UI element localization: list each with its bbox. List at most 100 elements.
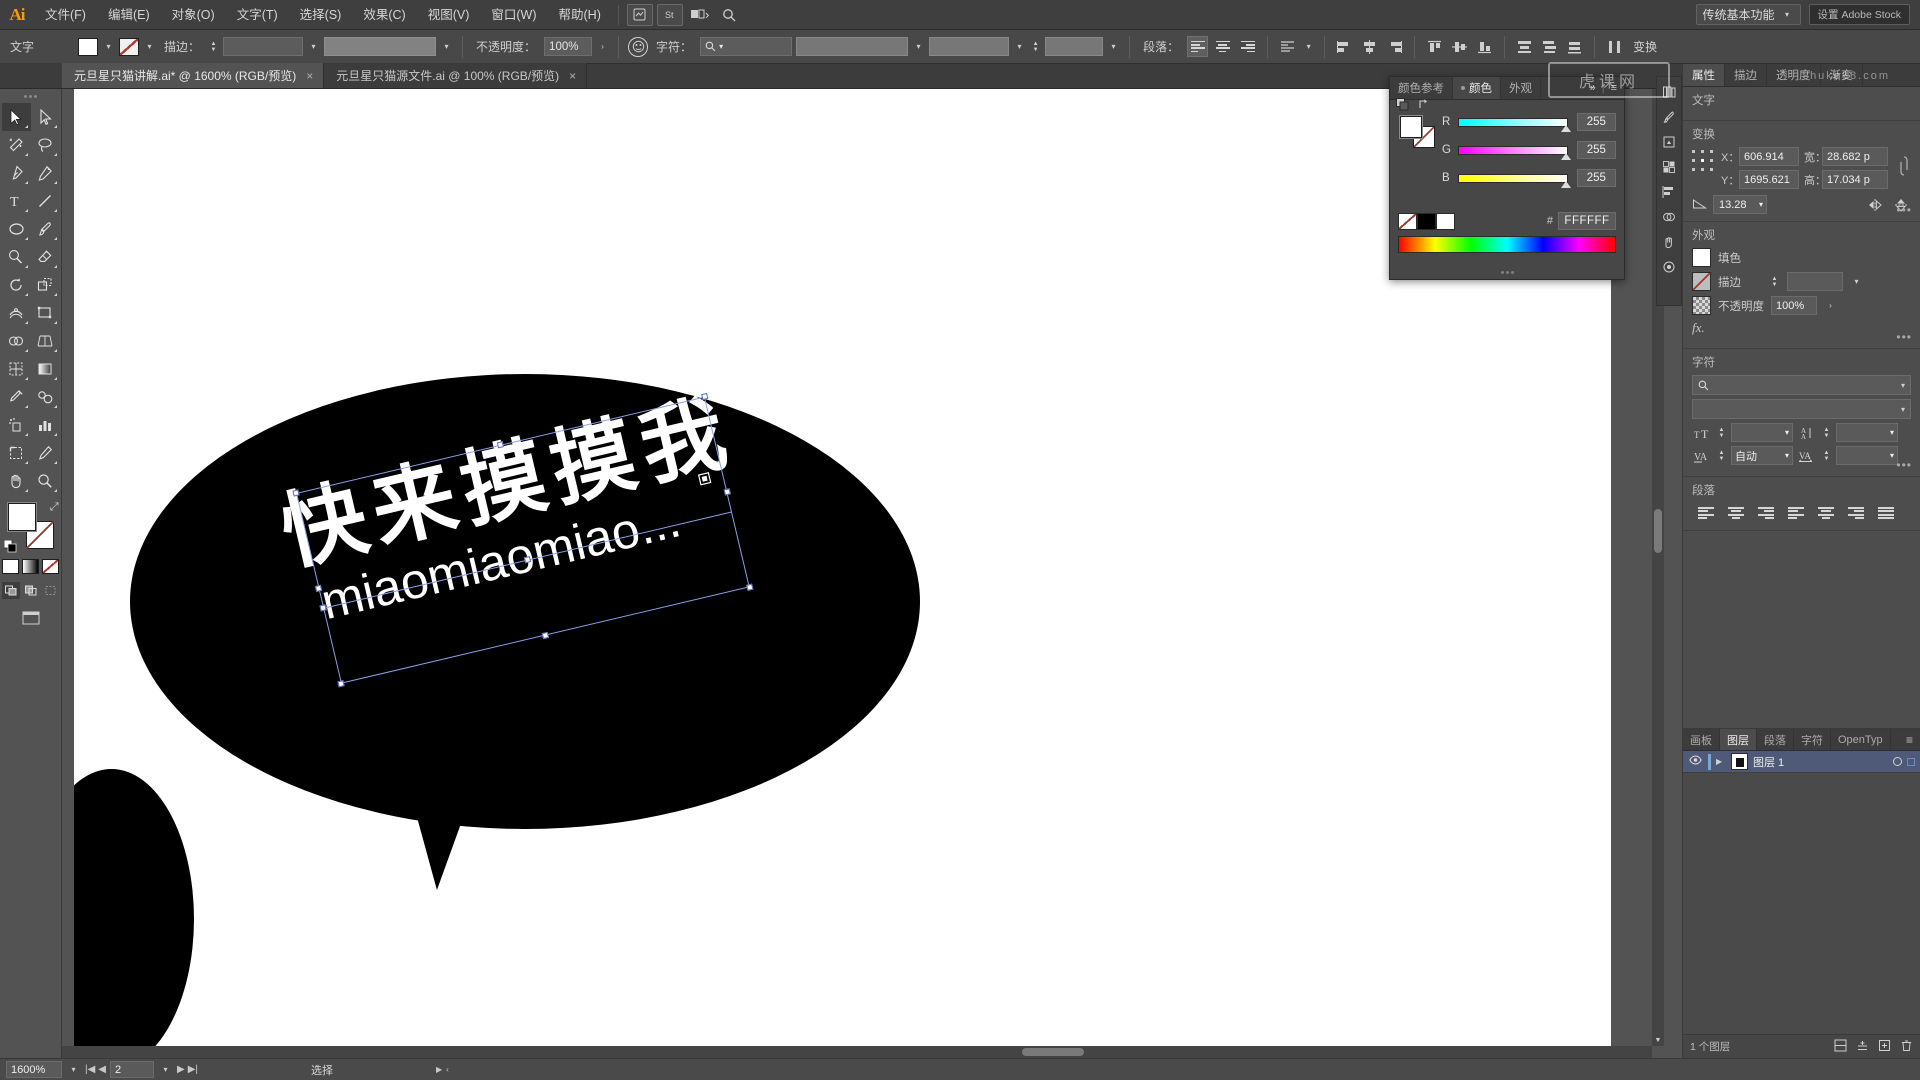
align-objects-left-icon[interactable] [1334,36,1355,57]
create-new-sublayer-icon[interactable] [1856,1039,1869,1055]
opacity-flyout-icon[interactable]: › [596,38,609,56]
angle-input[interactable]: 13.28 ▾ [1713,195,1767,214]
eraser-tool[interactable] [31,243,60,271]
font-size-input[interactable]: ▾ [1731,423,1793,442]
document-tab-second[interactable]: 元旦星只猫源文件.ai @ 100% (RGB/预览) × [324,63,588,88]
recolor-artwork-icon[interactable] [628,36,649,57]
paragraph-align-right-button[interactable] [1752,503,1780,523]
font-size-field[interactable] [1045,37,1104,56]
scroll-down-icon[interactable]: ▼ [1652,1034,1664,1046]
tab-opentype[interactable]: OpenTyp [1831,729,1891,750]
color-button[interactable] [2,559,19,574]
tab-properties[interactable]: 属性 [1683,64,1725,86]
distribute-spacing-icon[interactable] [1604,36,1625,57]
chevron-down-icon[interactable]: ▾ [912,38,925,56]
drawing-mode-normal-icon[interactable] [1,582,20,599]
chevron-down-icon[interactable]: ▾ [1785,428,1789,437]
hex-input[interactable]: FFFFFF [1558,212,1616,230]
panel-menu-icon[interactable]: ≡ [1611,82,1617,94]
align-left-button[interactable] [1187,36,1209,57]
document-tab-active[interactable]: 元旦星只猫讲解.ai* @ 1600% (RGB/预览) × [62,63,325,88]
chevron-down-icon[interactable]: ▾ [307,38,320,56]
distribute-bottom-icon[interactable] [1564,36,1585,57]
shape-builder-tool[interactable] [2,327,31,355]
search-adobe-stock-icon[interactable] [717,4,743,26]
menu-effect[interactable]: 效果(C) [352,0,416,30]
font-search-field[interactable]: ▾ [700,37,793,56]
close-icon[interactable]: × [569,69,576,83]
h-input[interactable]: 17.034 p [1822,170,1888,189]
kerning-stepper[interactable]: ▲ ▼ [1716,447,1727,465]
value-b[interactable]: 255 [1576,169,1616,187]
swatch-white[interactable] [1436,212,1455,230]
ellipse-tool[interactable] [2,215,31,243]
status-text[interactable]: 选择 [212,1061,432,1078]
fill-swatch[interactable] [7,503,36,531]
bridge-icon[interactable] [626,3,653,26]
adobe-stock-setting[interactable]: 设置 Adobe Stock [1808,4,1910,25]
stock-icon[interactable]: St [656,3,683,26]
selection-tool[interactable] [1,103,31,131]
eye-icon[interactable] [1688,755,1703,768]
tracking-input[interactable]: ▾ [1836,446,1898,465]
line-segment-tool[interactable] [31,187,60,215]
menu-window[interactable]: 窗口(W) [480,0,547,30]
gradient-button[interactable] [22,559,39,574]
target-indicator-icon[interactable] [1893,757,1902,766]
color-panel-fill-swatch[interactable] [1400,116,1422,138]
distribute-center-icon[interactable] [1539,36,1560,57]
tracking-stepper[interactable]: ▲ ▼ [1821,447,1832,465]
paintbrush-tool[interactable] [31,215,60,243]
paragraph-justify-last-right-button[interactable] [1842,503,1870,523]
gradient-tool[interactable] [31,355,60,383]
menu-object[interactable]: 对象(O) [161,0,226,30]
align-center-button[interactable] [1212,36,1233,57]
reference-point-selector[interactable] [1692,150,1714,172]
control-fill-swatch[interactable] [78,37,99,56]
libraries-icon[interactable] [1658,81,1680,103]
brushes-icon[interactable] [1658,106,1680,128]
chevron-down-icon[interactable]: ▾ [158,1065,173,1074]
chevron-down-icon[interactable]: ▾ [1785,451,1789,460]
close-icon[interactable]: × [306,69,313,83]
hand-tool[interactable] [2,467,31,495]
stroke-profile-field[interactable] [324,37,437,56]
paragraph-align-left-button[interactable] [1692,503,1720,523]
paragraph-justify-last-left-button[interactable] [1782,503,1810,523]
layers-panel-menu-icon[interactable]: ≡ [1899,729,1920,750]
constrain-proportions-icon[interactable] [1897,151,1911,181]
collapse-icon[interactable]: » [1590,82,1596,94]
swatch-none[interactable] [1398,212,1417,230]
distribute-top-icon[interactable] [1514,36,1535,57]
make-clipping-mask-icon[interactable] [1834,1039,1847,1055]
tab-transparency[interactable]: 透明度 [1767,64,1821,86]
font-size-stepper[interactable]: ▲ ▼ [1030,38,1041,56]
graphic-styles-icon[interactable] [1658,256,1680,278]
paragraph-align-center-button[interactable] [1722,503,1750,523]
eyedropper-tool[interactable] [2,383,31,411]
appearance-stroke-swatch[interactable] [1692,272,1711,291]
default-fill-stroke-icon[interactable] [3,539,17,553]
menu-file[interactable]: 文件(F) [34,0,97,30]
arrange-documents-icon[interactable] [687,4,713,26]
character-more-options-icon[interactable]: ••• [1896,458,1912,472]
stroke-weight-stepper[interactable]: ▲ ▼ [1769,273,1780,291]
column-graph-tool[interactable] [31,411,60,439]
zoom-tool[interactable] [31,467,60,495]
width-tool[interactable] [2,299,31,327]
color-spectrum-bar[interactable] [1398,236,1616,253]
chevron-down-icon[interactable]: ▾ [143,38,156,56]
menu-select[interactable]: 选择(S) [289,0,353,30]
chevron-down-icon[interactable]: ▾ [1890,428,1894,437]
chevron-down-icon[interactable]: ▾ [1901,405,1905,414]
tab-appearance[interactable]: 外观 [1501,77,1541,99]
menu-edit[interactable]: 编辑(E) [97,0,161,30]
appearance-opacity-input[interactable]: 100% [1771,296,1817,315]
artboard[interactable]: 快来摸摸我 miaomiaomiao... [74,89,1611,1056]
align-bottom-icon[interactable] [1474,36,1495,57]
font-search-field[interactable]: ▾ [1692,375,1911,395]
tab-paragraph[interactable]: 段落 [1757,729,1794,750]
next-artboard-button[interactable]: ▶ [177,1064,185,1075]
align-right-button[interactable] [1237,36,1258,57]
chevron-down-icon[interactable]: ▾ [1890,451,1894,460]
